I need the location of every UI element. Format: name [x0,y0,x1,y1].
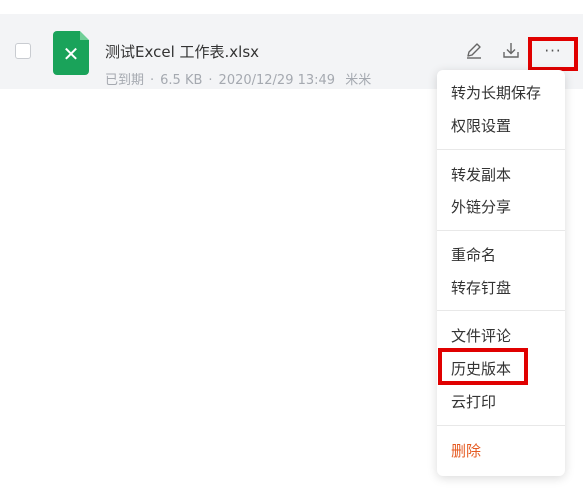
menu-divider [437,310,565,311]
menu-item-rename[interactable]: 重命名 [451,244,496,265]
context-menu: 转为长期保存 权限设置 转发副本 外链分享 重命名 转存钉盘 文件评论 历史版本… [437,70,565,476]
version-history-highlight [438,348,528,385]
file-datetime: 2020/12/29 13:49 [218,73,336,88]
file-meta: 已到期 · 6.5 KB · 2020/12/29 13:49 米米 [105,73,372,88]
menu-divider [437,425,565,426]
menu-item-delete[interactable]: 删除 [451,440,481,461]
file-checkbox[interactable] [15,43,31,59]
menu-item-forward-copy[interactable]: 转发副本 [451,164,511,185]
download-icon[interactable] [500,40,522,62]
edit-icon[interactable] [463,40,485,62]
more-button-highlight: ··· [528,37,578,71]
file-owner: 米米 [345,73,372,88]
menu-item-save-to-dingpan[interactable]: 转存钉盘 [451,277,511,298]
menu-item-permissions[interactable]: 权限设置 [451,115,511,136]
more-button[interactable]: ··· [532,41,574,67]
menu-item-cloud-print[interactable]: 云打印 [451,391,496,412]
menu-divider [437,230,565,231]
file-name[interactable]: 测试Excel 工作表.xlsx [105,41,259,62]
file-status: 已到期 [105,73,145,88]
menu-item-file-comments[interactable]: 文件评论 [451,325,511,346]
file-size: 6.5 KB [160,73,203,88]
excel-file-icon: ✕ [53,31,89,75]
menu-item-long-term-save[interactable]: 转为长期保存 [451,82,541,103]
menu-item-share-link[interactable]: 外链分享 [451,196,511,217]
menu-divider [437,149,565,150]
